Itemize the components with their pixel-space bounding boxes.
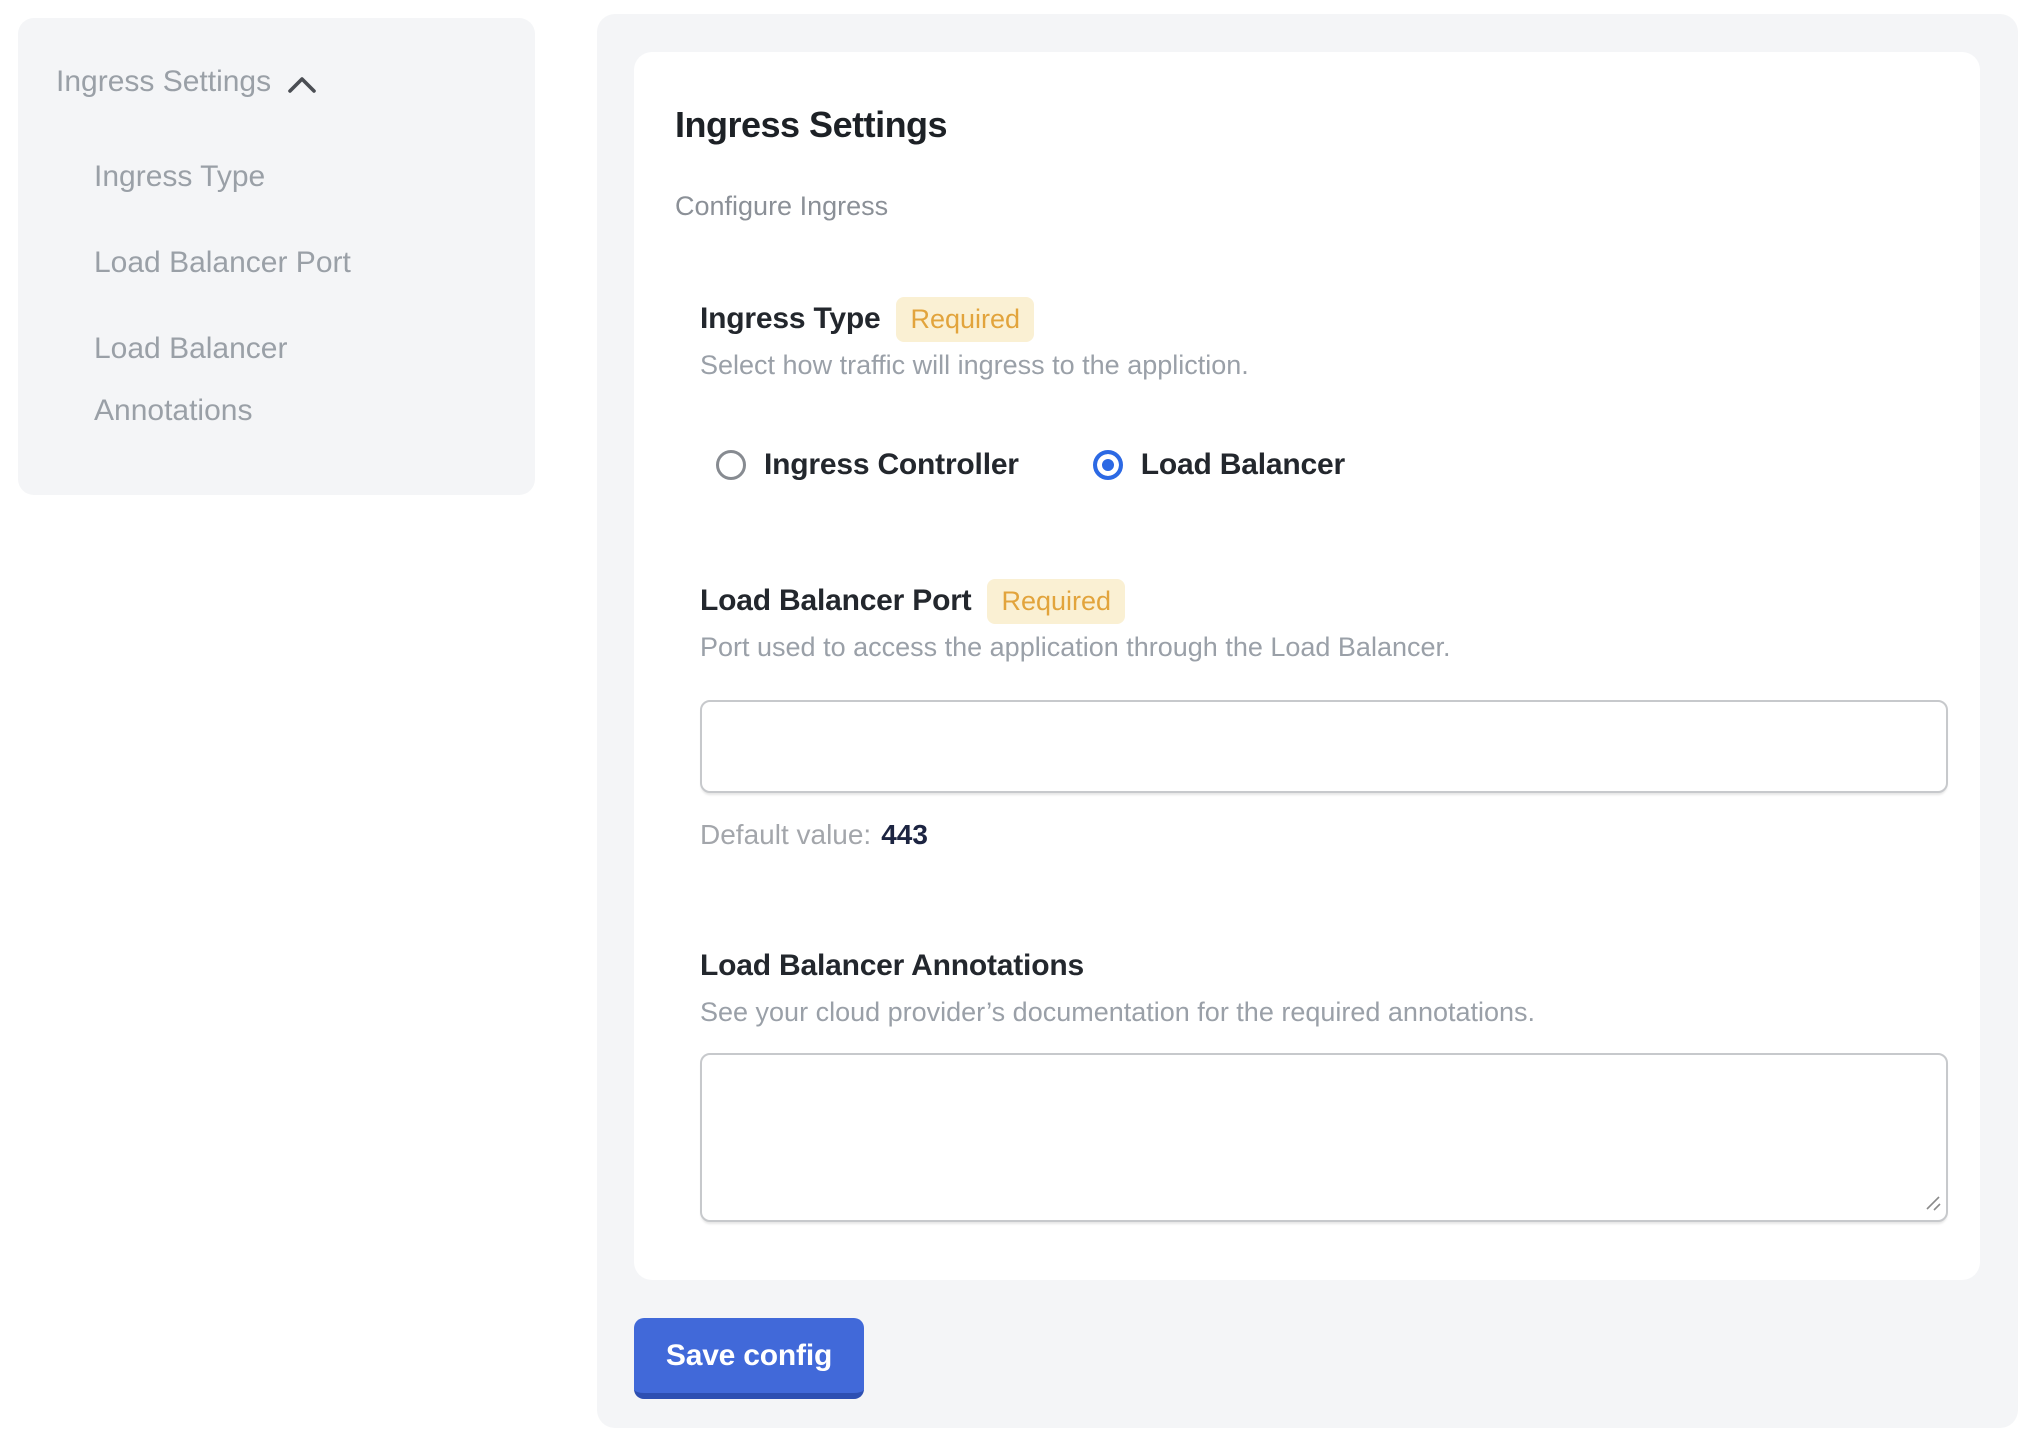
sidebar-group-label: Ingress Settings bbox=[56, 64, 271, 100]
radio-unselected-icon[interactable] bbox=[716, 450, 746, 480]
sidebar-item-load-balancer-port[interactable]: Load Balancer Port bbox=[94, 232, 414, 294]
sidebar-group-ingress-settings[interactable]: Ingress Settings bbox=[56, 64, 499, 100]
section-ingress-type: Ingress Type Required Select how traffic… bbox=[700, 296, 1948, 482]
resize-handle-icon[interactable] bbox=[1922, 1193, 1942, 1213]
field-header-load-balancer-port: Load Balancer Port Required bbox=[700, 578, 1948, 624]
save-config-button[interactable]: Save config bbox=[634, 1318, 864, 1399]
section-load-balancer-annotations: Load Balancer Annotations See your cloud… bbox=[700, 943, 1948, 1222]
field-label-load-balancer-port: Load Balancer Port bbox=[700, 584, 971, 618]
page-title: Ingress Settings bbox=[675, 104, 1948, 146]
default-value-label: Default value: bbox=[700, 819, 871, 850]
load-balancer-annotations-textarea[interactable] bbox=[700, 1053, 1948, 1222]
sidebar-item-list: Ingress Type Load Balancer Port Load Bal… bbox=[94, 146, 499, 442]
annotations-textarea-wrap bbox=[700, 1053, 1948, 1222]
field-description-ingress-type: Select how traffic will ingress to the a… bbox=[700, 348, 1948, 382]
radio-option-load-balancer[interactable]: Load Balancer bbox=[1093, 448, 1345, 482]
sidebar-item-ingress-type[interactable]: Ingress Type bbox=[94, 146, 414, 208]
radio-label-ingress-controller: Ingress Controller bbox=[764, 448, 1019, 482]
ingress-settings-card: Ingress Settings Configure Ingress Ingre… bbox=[634, 52, 1980, 1280]
field-header-ingress-type: Ingress Type Required bbox=[700, 296, 1948, 342]
required-badge: Required bbox=[896, 297, 1034, 342]
settings-panel: Ingress Settings Configure Ingress Ingre… bbox=[597, 14, 2018, 1428]
chevron-up-icon[interactable] bbox=[287, 75, 317, 94]
field-header-load-balancer-annotations: Load Balancer Annotations bbox=[700, 943, 1948, 989]
field-label-ingress-type: Ingress Type bbox=[700, 302, 880, 336]
field-description-load-balancer-port: Port used to access the application thro… bbox=[700, 630, 1948, 664]
settings-nav-card: Ingress Settings Ingress Type Load Balan… bbox=[18, 18, 535, 495]
default-value-line: Default value: 443 bbox=[700, 819, 1948, 851]
field-label-load-balancer-annotations: Load Balancer Annotations bbox=[700, 949, 1084, 983]
default-value: 443 bbox=[881, 819, 928, 850]
load-balancer-port-input[interactable] bbox=[700, 700, 1948, 793]
page-subtitle: Configure Ingress bbox=[675, 190, 1948, 222]
radio-option-ingress-controller[interactable]: Ingress Controller bbox=[716, 448, 1019, 482]
required-badge: Required bbox=[987, 579, 1125, 624]
sidebar-item-load-balancer-annotations[interactable]: Load Balancer Annotations bbox=[94, 318, 414, 442]
ingress-type-radio-group: Ingress Controller Load Balancer bbox=[716, 448, 1948, 482]
radio-selected-icon[interactable] bbox=[1093, 450, 1123, 480]
section-load-balancer-port: Load Balancer Port Required Port used to… bbox=[700, 578, 1948, 851]
field-description-load-balancer-annotations: See your cloud provider’s documentation … bbox=[700, 995, 1948, 1029]
radio-label-load-balancer: Load Balancer bbox=[1141, 448, 1345, 482]
